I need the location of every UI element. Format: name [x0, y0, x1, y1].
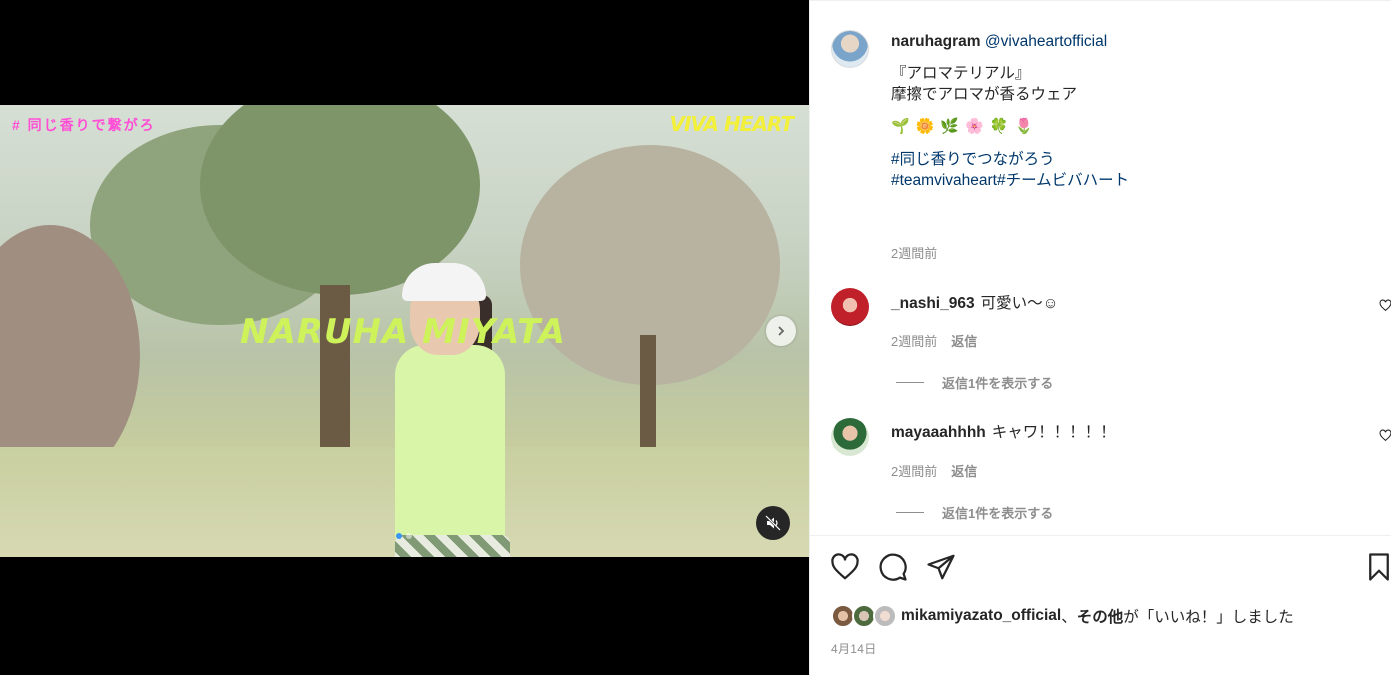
- golfer: [395, 535, 510, 557]
- divider-line: [896, 382, 924, 383]
- view-replies-label: 返信1件を表示する: [942, 506, 1054, 521]
- view-replies-button[interactable]: 返信1件を表示する: [896, 503, 1053, 522]
- comment-meta: 2週間前 返信: [891, 461, 977, 480]
- likes-summary: mikamiyazato_official、その他 が「いいね！」しました: [831, 604, 1294, 628]
- author-username[interactable]: naruhagram: [891, 33, 981, 50]
- hashtag-link[interactable]: #同じ香りでつながろう: [891, 149, 1371, 170]
- hashtag-link[interactable]: #チームビバハート: [997, 172, 1129, 189]
- caption-line: 『アロマテリアル』: [891, 65, 1031, 82]
- commenter-avatar[interactable]: [831, 288, 869, 326]
- mention-link[interactable]: @vivaheartofficial: [985, 33, 1107, 50]
- seedling-emoji: 🌱: [891, 117, 910, 135]
- speaker-muted-icon: [765, 515, 781, 531]
- carousel-dot-active: [396, 533, 402, 539]
- video-overlay-title: NARUHA MIYATA: [240, 312, 566, 352]
- post-actions: mikamiyazato_official、その他 が「いいね！」しました 4月1…: [810, 535, 1391, 675]
- caption-emojis: 🌱 🌼 🌿 🌸 🍀 🌷: [891, 116, 1371, 137]
- golfer-cap: [402, 263, 486, 301]
- others-likes-link[interactable]: その他: [1077, 605, 1124, 627]
- view-replies-button[interactable]: 返信1件を表示する: [896, 373, 1053, 392]
- like-comment-icon[interactable]: [1379, 299, 1391, 312]
- comment-timestamp[interactable]: 2週間前: [891, 334, 937, 349]
- carousel-next-button[interactable]: [766, 316, 796, 346]
- reply-button[interactable]: 返信: [951, 464, 977, 479]
- blossom-emoji: 🌼: [915, 117, 935, 135]
- liker-avatar[interactable]: [873, 604, 897, 628]
- comment-icon[interactable]: [878, 552, 908, 582]
- tulip-emoji: 🌷: [1014, 117, 1034, 135]
- comments-section: naruhagram @vivaheartofficial 『アロマテリアル』 …: [810, 0, 1391, 535]
- video-overlay-hashtag: # 同じ香りで繋がろ: [12, 117, 156, 133]
- caption-line: 摩擦でアロマが香るウェア: [891, 86, 1078, 103]
- golfer: [395, 345, 505, 545]
- media-viewer: # 同じ香りで繋がろ VIVA HEART NARUHA MIYATA: [0, 0, 809, 675]
- likes-suffix: が「いいね！」しました: [1123, 609, 1294, 626]
- comment-text: 可愛い〜☺︎: [980, 295, 1059, 312]
- post-date[interactable]: 4月14日: [831, 640, 877, 657]
- comment-timestamp[interactable]: 2週間前: [891, 464, 937, 479]
- hashtag-link[interactable]: #teamvivaheart: [891, 172, 997, 189]
- comment-item: mayaaahhhh キャワ！！！！！: [891, 420, 1116, 442]
- mute-toggle-button[interactable]: [756, 506, 790, 540]
- commenter-username[interactable]: _nashi_963: [891, 295, 975, 312]
- post-detail-panel: naruhagram @vivaheartofficial 『アロマテリアル』 …: [809, 0, 1391, 675]
- cherry-blossom-emoji: 🌸: [965, 117, 984, 135]
- chevron-right-icon: [778, 326, 785, 336]
- author-avatar[interactable]: [831, 30, 869, 68]
- view-replies-label: 返信1件を表示する: [942, 376, 1054, 391]
- carousel-dot: [406, 533, 412, 539]
- post-caption: naruhagram @vivaheartofficial 『アロマテリアル』 …: [891, 31, 1371, 191]
- divider-line: [896, 512, 924, 513]
- commenter-username[interactable]: mayaaahhhh: [891, 424, 986, 441]
- comment-meta: 2週間前 返信: [891, 331, 977, 350]
- reply-button[interactable]: 返信: [951, 334, 977, 349]
- caption-timestamp[interactable]: 2週間前: [891, 243, 937, 262]
- liker-avatars: [831, 604, 897, 628]
- likes-separator: 、: [1061, 609, 1077, 626]
- viva-heart-logo: VIVA HEART: [669, 112, 794, 136]
- bookmark-icon[interactable]: [1364, 552, 1391, 582]
- carousel-indicator: [396, 533, 412, 539]
- herb-emoji: 🌿: [940, 117, 960, 135]
- comment-text: キャワ！！！！！: [991, 424, 1116, 441]
- commenter-avatar[interactable]: [831, 418, 869, 456]
- share-icon[interactable]: [926, 552, 956, 582]
- clover-emoji: 🍀: [989, 117, 1009, 135]
- comment-item: _nashi_963 可愛い〜☺︎: [891, 291, 1058, 313]
- heart-icon[interactable]: [830, 552, 860, 582]
- like-comment-icon[interactable]: [1379, 429, 1391, 442]
- instagram-post-modal: # 同じ香りで繋がろ VIVA HEART NARUHA MIYATA naru…: [0, 0, 1391, 675]
- liker-username[interactable]: mikamiyazato_official: [901, 607, 1061, 625]
